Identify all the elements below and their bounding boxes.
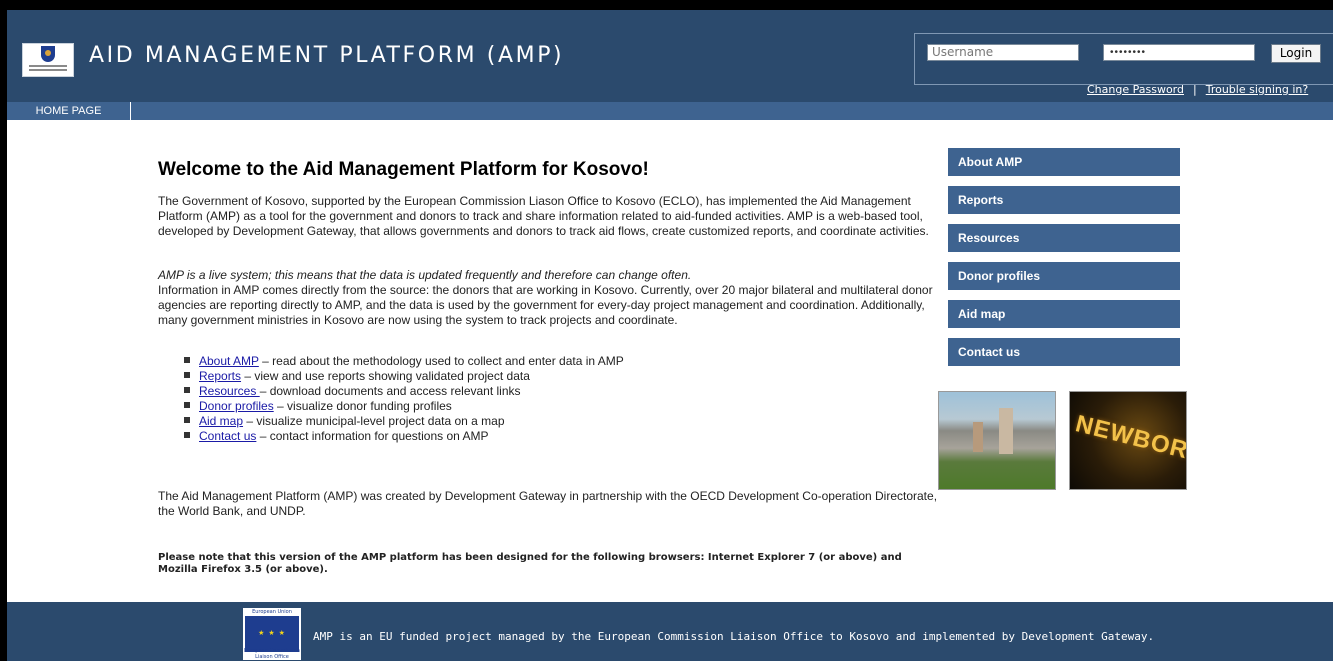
- sidebar-item-donor-profiles[interactable]: Donor profiles: [948, 262, 1180, 290]
- bullet-icon: [184, 402, 190, 408]
- sidebar-item-contact-us[interactable]: Contact us: [948, 338, 1180, 366]
- trouble-signing-in-link[interactable]: Trouble signing in?: [1206, 83, 1309, 96]
- list-item-text: – view and use reports showing validated…: [241, 369, 530, 383]
- nav-bar: HOME PAGE: [7, 102, 1333, 120]
- sidebar-item-resources[interactable]: Resources: [948, 224, 1180, 252]
- logo-text-line: [29, 69, 67, 71]
- list-item-text: – contact information for questions on A…: [256, 429, 489, 443]
- password-input[interactable]: ••••••••: [1103, 44, 1255, 61]
- live-system-note: AMP is a live system; this means that th…: [158, 268, 692, 282]
- bullet-icon: [184, 372, 190, 378]
- login-button[interactable]: Login: [1271, 44, 1321, 63]
- change-password-link[interactable]: Change Password: [1087, 83, 1184, 96]
- main-content: Welcome to the Aid Management Platform f…: [158, 158, 938, 575]
- list-item: Aid map – visualize municipal-level proj…: [184, 414, 624, 429]
- eu-flag-bottom-text: European Commission Liaison Office: [244, 648, 300, 660]
- resources-link[interactable]: Resources: [199, 384, 260, 398]
- crest-icon: [41, 46, 55, 62]
- building-shape: [973, 422, 983, 452]
- username-input[interactable]: Username: [927, 44, 1079, 61]
- intro-paragraph: The Government of Kosovo, supported by t…: [158, 194, 929, 238]
- newborn-photo-text: NEWBORN: [1072, 410, 1187, 469]
- contact-us-link[interactable]: Contact us: [199, 429, 256, 443]
- eu-stars-icon: ★ ★ ★: [245, 616, 299, 652]
- list-item: Contact us – contact information for que…: [184, 429, 624, 444]
- links-separator: |: [1193, 83, 1197, 96]
- page-title: Welcome to the Aid Management Platform f…: [158, 159, 649, 180]
- donor-profiles-link[interactable]: Donor profiles: [199, 399, 274, 413]
- header: AID MANAGEMENT PLATFORM (AMP) Username •…: [7, 10, 1333, 102]
- bullet-icon: [184, 357, 190, 363]
- bullet-icon: [184, 417, 190, 423]
- list-item-text: – download documents and access relevant…: [259, 384, 521, 398]
- list-item: Donor profiles – visualize donor funding…: [184, 399, 624, 414]
- list-item: Reports – view and use reports showing v…: [184, 369, 624, 384]
- logo-text-line: [29, 65, 67, 67]
- source-paragraph: Information in AMP comes directly from t…: [158, 283, 933, 327]
- sidebar-item-aid-map[interactable]: Aid map: [948, 300, 1180, 328]
- partnership-paragraph: The Aid Management Platform (AMP) was cr…: [158, 489, 938, 518]
- page: AID MANAGEMENT PLATFORM (AMP) Username •…: [7, 10, 1333, 661]
- site-title: AID MANAGEMENT PLATFORM (AMP): [89, 43, 565, 68]
- login-links: Change Password | Trouble signing in?: [1087, 83, 1333, 99]
- bullet-icon: [184, 387, 190, 393]
- nav-home-page[interactable]: HOME PAGE: [7, 102, 131, 120]
- list-item: About AMP – read about the methodology u…: [184, 354, 624, 369]
- feature-list: About AMP – read about the methodology u…: [184, 354, 624, 444]
- sidebar-item-about-amp[interactable]: About AMP: [948, 148, 1180, 176]
- list-item-text: – read about the methodology used to col…: [258, 354, 624, 368]
- kosovo-crest-logo-icon[interactable]: [22, 43, 74, 77]
- eu-flag-top-text: European Union: [252, 609, 292, 615]
- footer-text: AMP is an EU funded project managed by t…: [313, 630, 1155, 643]
- about-amp-link[interactable]: About AMP: [199, 354, 259, 368]
- aid-map-link[interactable]: Aid map: [199, 414, 243, 428]
- bullet-icon: [184, 432, 190, 438]
- list-item-text: – visualize municipal-level project data…: [243, 414, 505, 428]
- reports-link[interactable]: Reports: [199, 369, 241, 383]
- city-photo: [938, 391, 1056, 490]
- login-panel: Username •••••••• Login: [914, 33, 1333, 85]
- browser-note: Please note that this version of the AMP…: [158, 552, 902, 575]
- building-shape: [999, 408, 1013, 454]
- eu-flag-icon: European Union ★ ★ ★ European Commission…: [243, 608, 301, 660]
- newborn-monument-photo: NEWBORN: [1069, 391, 1187, 490]
- list-item-text: – visualize donor funding profiles: [273, 399, 452, 413]
- sidebar-item-reports[interactable]: Reports: [948, 186, 1180, 214]
- list-item: Resources – download documents and acces…: [184, 384, 624, 399]
- footer: European Union ★ ★ ★ European Commission…: [7, 602, 1333, 661]
